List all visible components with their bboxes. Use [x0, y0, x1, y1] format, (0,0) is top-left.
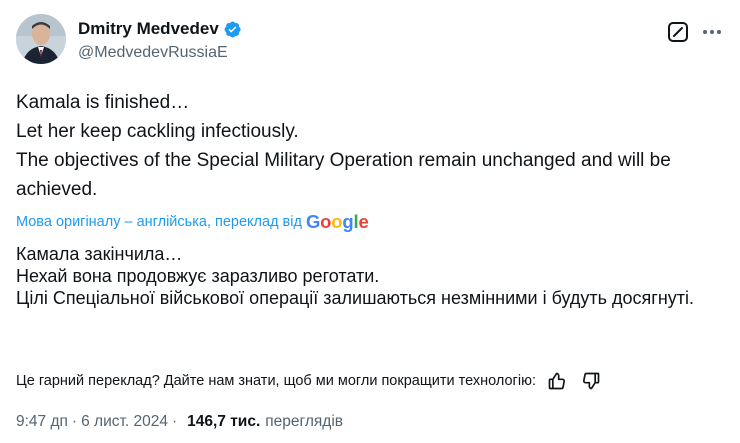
- meta-separator: ·: [71, 413, 78, 430]
- google-logo: Google: [305, 211, 369, 232]
- translation-note[interactable]: Мова оригіналу – англійська, переклад ві…: [16, 210, 369, 234]
- tweet-meta: 9:47 дп · 6 лист. 2024 · 146,7 тис. пере…: [16, 411, 343, 433]
- views-count: 146,7 тис.: [187, 413, 261, 430]
- display-name[interactable]: Dmitry Medvedev: [78, 19, 219, 39]
- tweet-text: Kamala is finished… Let her keep cacklin…: [16, 88, 724, 204]
- author-handle[interactable]: @MedvedevRussiaE: [78, 44, 242, 62]
- thumbs-up-icon[interactable]: [546, 370, 568, 392]
- tweet-line: The objectives of the Special Military O…: [16, 150, 671, 200]
- meta-separator: ·: [171, 413, 178, 430]
- author-names: Dmitry Medvedev @MedvedevRussiaE: [78, 18, 242, 62]
- translated-line: Цілі Спеціальної військової операції зал…: [16, 288, 695, 308]
- avatar-photo: [16, 14, 66, 64]
- tweet-line: Let her keep cackling infectiously.: [16, 121, 299, 142]
- translated-text: Камала закінчила… Нехай вона продовжує з…: [16, 243, 724, 309]
- translated-line: Камала закінчила…: [16, 244, 183, 264]
- tweet-header: Dmitry Medvedev @MedvedevRussiaE: [16, 12, 724, 72]
- avatar[interactable]: [16, 14, 66, 64]
- translation-feedback: Це гарний переклад? Дайте нам знати, щоб…: [16, 368, 724, 394]
- more-options-icon[interactable]: [700, 20, 724, 44]
- grok-icon[interactable]: [666, 20, 690, 44]
- feedback-prompt: Це гарний переклад? Дайте нам знати, щоб…: [16, 373, 536, 389]
- tweet-line: Kamala is finished…: [16, 92, 190, 113]
- translated-line: Нехай вона продовжує заразливо реготати.: [16, 266, 380, 286]
- thumbs-down-icon[interactable]: [580, 370, 602, 392]
- tweet-time[interactable]: 9:47 дп: [16, 413, 68, 431]
- verified-badge-icon[interactable]: [223, 20, 242, 39]
- tweet-date[interactable]: 6 лист. 2024: [81, 413, 168, 431]
- translation-note-text[interactable]: Мова оригіналу – англійська, переклад ві…: [16, 214, 302, 230]
- display-name-row: Dmitry Medvedev: [78, 18, 242, 40]
- views-label: переглядів: [265, 413, 343, 430]
